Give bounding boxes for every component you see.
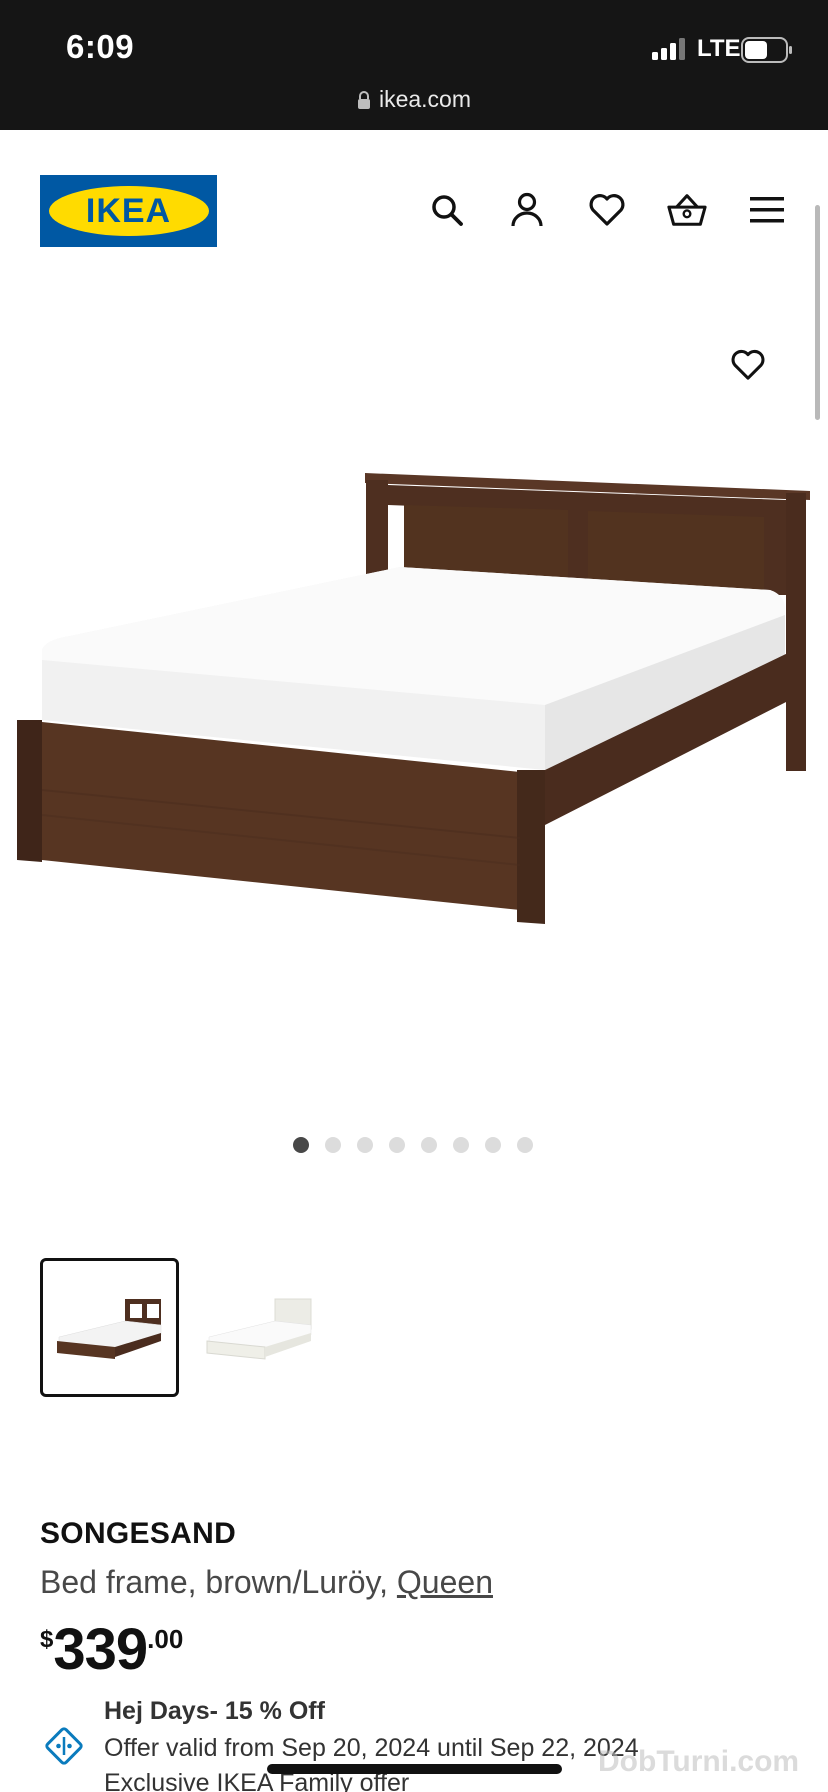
carousel-dot[interactable] <box>357 1137 373 1153</box>
product-description: Bed frame, brown/Luröy, Queen <box>40 1564 493 1601</box>
menu-button[interactable] <box>747 190 787 230</box>
price-integer: 339 <box>53 1617 148 1682</box>
basket-icon <box>667 194 707 226</box>
bed-white-thumbnail <box>206 1298 311 1360</box>
price-currency: $ <box>40 1626 54 1653</box>
variant-thumbnail-brown[interactable] <box>40 1258 179 1397</box>
home-indicator[interactable] <box>267 1764 562 1774</box>
status-bar: 6:09 LTE ikea.com <box>0 0 828 130</box>
price-decimal: .00 <box>147 1624 184 1654</box>
heart-icon <box>731 349 765 380</box>
carousel-dot[interactable] <box>293 1137 309 1153</box>
product-image[interactable] <box>0 460 828 940</box>
carousel-dot[interactable] <box>389 1137 405 1153</box>
carousel-dot[interactable] <box>517 1137 533 1153</box>
search-button[interactable] <box>427 190 467 230</box>
product-description-text: Bed frame, brown/Luröy, <box>40 1564 397 1600</box>
carousel-dot[interactable] <box>453 1137 469 1153</box>
offer-title: Hej Days- 15 % Off <box>104 1697 325 1725</box>
variant-thumbnail-white[interactable] <box>190 1258 329 1397</box>
image-carousel-dots[interactable] <box>293 1137 533 1153</box>
size-link[interactable]: Queen <box>397 1564 493 1600</box>
account-icon <box>511 192 543 227</box>
offer-tag-icon <box>45 1727 83 1765</box>
add-to-favourites-button[interactable] <box>728 345 768 385</box>
logo-oval: IKEA <box>48 186 209 236</box>
network-type: LTE <box>697 35 741 62</box>
status-time: 6:09 <box>66 28 135 65</box>
page-scrollbar[interactable] <box>815 205 820 420</box>
battery-icon <box>741 37 792 63</box>
carousel-dot[interactable] <box>485 1137 501 1153</box>
ikea-logo[interactable]: IKEA <box>40 175 217 247</box>
logo-text: IKEA <box>85 191 172 230</box>
offer-dates: Offer valid from Sep 20, 2024 until Sep … <box>104 1734 639 1762</box>
carousel-dot[interactable] <box>325 1137 341 1153</box>
product-name: SONGESAND <box>40 1517 237 1550</box>
carousel-dot[interactable] <box>421 1137 437 1153</box>
product-price: $ 339 .00 <box>40 1618 183 1682</box>
cellular-signal-icon <box>652 38 685 60</box>
lock-icon <box>357 91 370 109</box>
basket-button[interactable] <box>667 190 707 230</box>
account-button[interactable] <box>507 190 547 230</box>
favourites-button[interactable] <box>587 190 627 230</box>
watermark: DobTurni.com <box>598 1745 800 1778</box>
bed-brown-thumbnail <box>56 1298 161 1359</box>
menu-icon <box>750 197 784 223</box>
search-icon <box>432 195 463 226</box>
heart-icon <box>589 194 625 226</box>
url-text: ikea.com <box>378 86 472 112</box>
address-bar[interactable]: ikea.com <box>0 86 828 113</box>
